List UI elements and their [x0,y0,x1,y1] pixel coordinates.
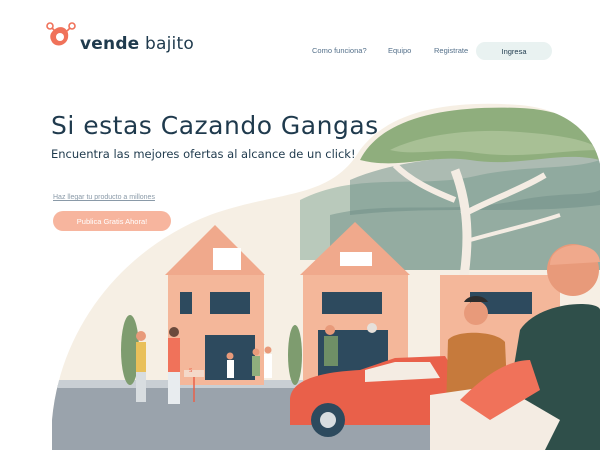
brand-logo[interactable]: vende bajito [44,20,194,54]
top-nav: Como funciona? Equipo Registrate Ingresa [300,42,552,60]
login-button[interactable]: Ingresa [476,42,552,60]
logo-mark-icon [44,20,78,54]
sale-sign-label: S [189,368,193,374]
publish-free-button[interactable]: Publica Gratis Ahora! [53,211,171,231]
house-middle [300,222,410,385]
logo-wordmark: vende bajito [80,34,194,54]
logo-text-bold: vende [80,34,140,54]
nav-link-registrate[interactable]: Registrate [434,46,468,55]
house-left [165,225,265,385]
landing-page: vende bajito Como funciona? Equipo Regis… [0,0,600,450]
reach-millions-link[interactable]: Haz llegar tu producto a millones [53,194,155,201]
house-right [440,275,560,385]
red-car [290,356,460,437]
hero-subtitle: Encuentra las mejores ofertas al alcance… [51,147,356,161]
logo-text-regular: bajito [139,34,194,54]
nav-link-como-funciona[interactable]: Como funciona? [312,46,367,55]
nav-link-equipo[interactable]: Equipo [388,46,411,55]
hero-title: Si estas Cazando Gangas [51,111,379,140]
